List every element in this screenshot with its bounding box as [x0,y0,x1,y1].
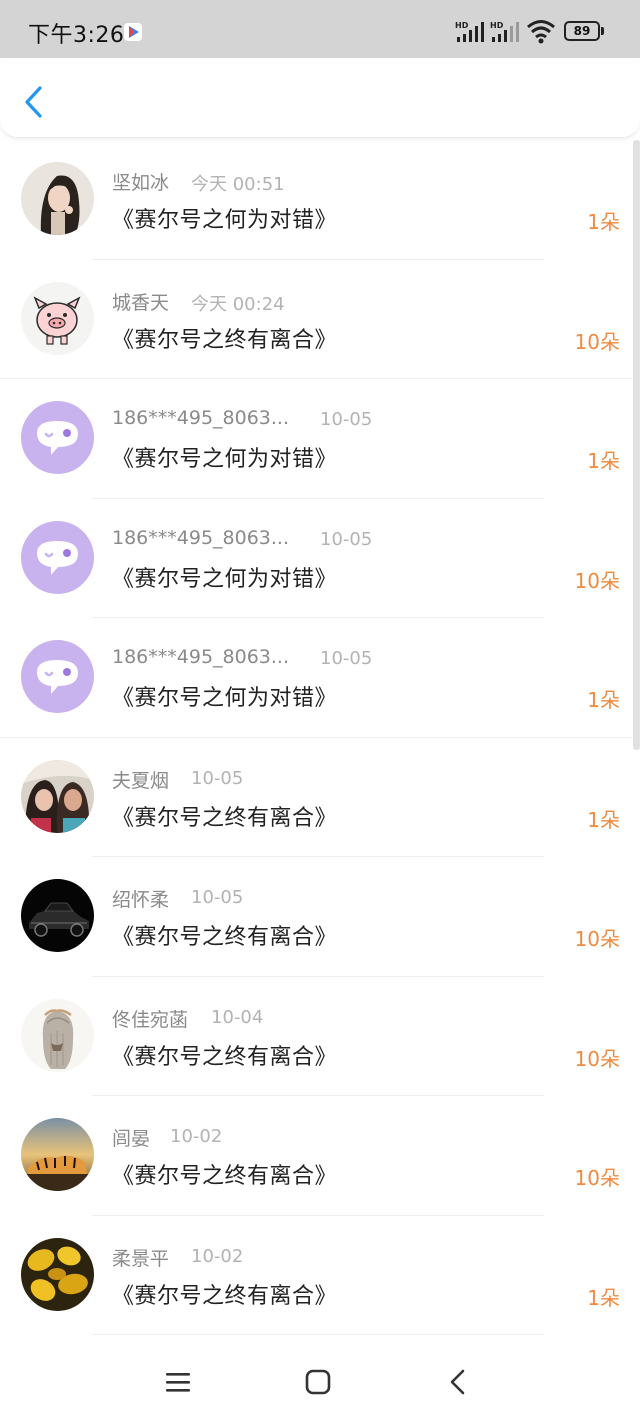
gift-time: 10-02 [170,1126,223,1147]
book-title[interactable]: 《赛尔号之终有离合》 [112,919,337,951]
gift-time: 10-05 [320,409,373,430]
gift-list-item[interactable]: 186***495_8063... 10-05 《赛尔号之何为对错》 1朵 [0,379,632,499]
battery-level: 89 [564,21,600,41]
signal-hd-label-2: HD [490,21,504,30]
gift-list-item[interactable]: 186***495_8063... 10-05 《赛尔号之何为对错》 1朵 [0,618,632,738]
menu-icon[interactable] [164,1368,192,1396]
flower-count: 10朵 [574,568,620,593]
avatar[interactable] [21,1118,94,1191]
book-title[interactable]: 《赛尔号之终有离合》 [112,322,337,354]
avatar[interactable] [21,640,94,713]
user-name[interactable]: 186***495_8063... [112,527,289,549]
gift-time: 10-05 [320,528,373,550]
user-name[interactable]: 夫夏烟 [112,766,169,793]
home-square-icon[interactable] [304,1368,332,1396]
gift-time: 10-05 [320,648,373,669]
header-bar [0,58,640,138]
flower-count: 10朵 [574,1046,620,1071]
signal-icon: HD [455,21,484,42]
avatar[interactable] [21,998,94,1072]
gift-time: 今天 00:51 [191,174,285,195]
gift-time: 10-02 [191,1245,244,1267]
gift-list-item[interactable]: 城香天 今天 00:24 《赛尔号之终有离合》 10朵 [0,260,632,379]
user-name[interactable]: 柔景平 [112,1244,169,1271]
back-button[interactable] [16,82,52,122]
book-title[interactable]: 《赛尔号之何为对错》 [112,441,337,473]
avatar[interactable] [21,281,94,355]
avatar[interactable] [21,759,94,833]
book-title[interactable]: 《赛尔号之终有离合》 [112,800,337,832]
user-name[interactable]: 闾晏 [112,1124,150,1151]
gift-list-item[interactable]: 佟佳宛菡 10-04 《赛尔号之终有离合》 10朵 [0,977,632,1096]
video-app-icon [124,23,142,41]
user-name[interactable]: 坚如冰 [112,168,169,195]
flower-count: 1朵 [587,449,620,473]
gift-time: 今天 00:24 [191,293,285,315]
avatar[interactable] [21,162,94,235]
status-bar: 下午3:26 HD HD 89 [0,0,640,58]
flower-count: 1朵 [587,688,620,712]
user-name[interactable]: 绍怀柔 [112,885,169,912]
avatar[interactable] [21,879,94,952]
battery-tip [601,27,604,35]
gift-list-item[interactable]: 坚如冰 今天 00:51 《赛尔号之何为对错》 1朵 [0,140,632,260]
book-title[interactable]: 《赛尔号之何为对错》 [112,680,337,712]
avatar[interactable] [21,520,94,594]
status-time: 下午3:26 [28,23,125,48]
flower-count: 10朵 [574,1166,620,1190]
back-triangle-icon[interactable] [444,1368,472,1396]
gift-time: 10-04 [211,1006,264,1028]
user-name[interactable]: 城香天 [112,288,169,315]
battery-indicator: 89 [564,21,604,41]
gift-list-item[interactable]: 闾晏 10-02 《赛尔号之终有离合》 10朵 [0,1096,632,1216]
gift-list-item[interactable]: 绍怀柔 10-05 《赛尔号之终有离合》 10朵 [0,857,632,977]
wifi-icon [527,20,555,44]
gift-time: 10-05 [191,767,244,789]
flower-count: 1朵 [587,807,620,832]
row-divider [92,1334,544,1335]
gift-list-item[interactable]: 柔景平 10-02 《赛尔号之终有离合》 1朵 [0,1216,632,1335]
flower-count: 1朵 [587,1285,620,1310]
avatar[interactable] [21,401,94,474]
gift-list-item[interactable]: 夫夏烟 10-05 《赛尔号之终有离合》 1朵 [0,738,632,857]
gift-list: 坚如冰 今天 00:51 《赛尔号之何为对错》 1朵 城香天 今天 00:24 … [0,140,640,1340]
book-title[interactable]: 《赛尔号之何为对错》 [112,561,337,593]
flower-count: 10朵 [574,927,620,951]
user-name[interactable]: 佟佳宛菡 [112,1005,188,1032]
book-title[interactable]: 《赛尔号之终有离合》 [112,1278,337,1310]
book-title[interactable]: 《赛尔号之何为对错》 [112,202,337,234]
system-nav-bar [0,1340,640,1423]
gift-list-item[interactable]: 186***495_8063... 10-05 《赛尔号之何为对错》 10朵 [0,499,632,618]
user-name[interactable]: 186***495_8063... [112,646,289,668]
scrollbar[interactable] [633,140,640,750]
book-title[interactable]: 《赛尔号之终有离合》 [112,1039,337,1071]
book-title[interactable]: 《赛尔号之终有离合》 [112,1158,337,1190]
signal-hd-label: HD [455,21,469,30]
avatar[interactable] [21,1237,94,1311]
signal-icon-2: HD [490,21,519,42]
flower-count: 10朵 [574,329,620,354]
flower-count: 1朵 [587,210,620,234]
user-name[interactable]: 186***495_8063... [112,407,289,429]
gift-time: 10-05 [191,887,244,908]
